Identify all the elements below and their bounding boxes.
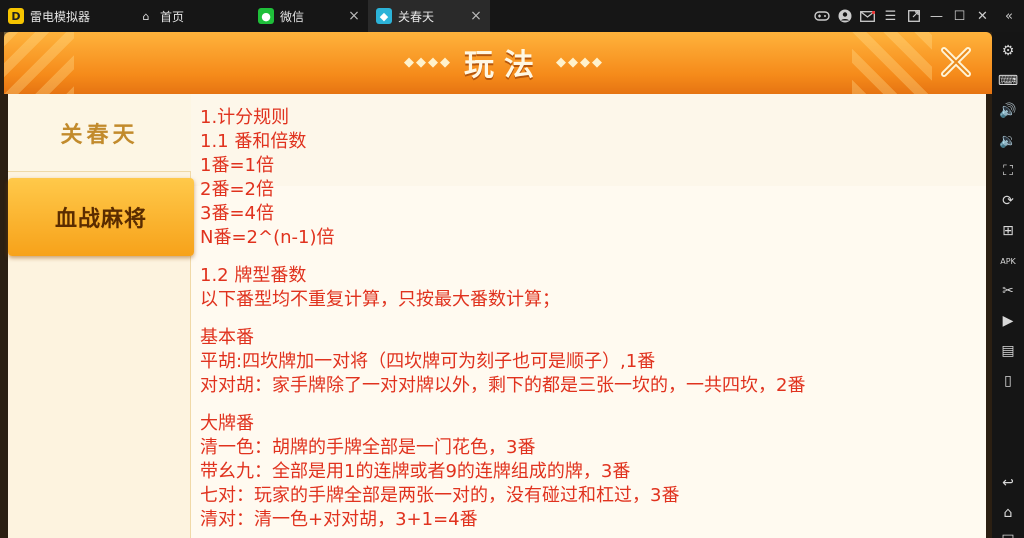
video-icon[interactable]: ▶ — [992, 306, 1024, 336]
rule-line — [200, 398, 980, 412]
apk-icon[interactable]: APK — [992, 246, 1024, 276]
wechat-icon: ● — [258, 8, 274, 24]
tab-label: 首页 — [160, 9, 185, 24]
tab-label: 关春天 — [398, 9, 435, 24]
account-icon[interactable] — [833, 0, 856, 32]
tab-home[interactable]: ⌂ 首页 — [130, 0, 250, 32]
back-icon[interactable]: ↩ — [992, 468, 1024, 498]
gamepad-icon[interactable] — [810, 0, 833, 32]
tab-game[interactable]: ◆ 关春天 × — [368, 0, 490, 32]
keyboard-icon[interactable]: ⌨ — [992, 66, 1024, 96]
rule-line: 七对：玩家的手牌全部是两张一对的，没有碰过和杠过，3番 — [200, 485, 680, 506]
ornament-left: ◆◆◆◆ — [404, 54, 452, 70]
rules-panel: 关春天 血战麻将 1.计分规则 1.1 番和倍数 1番=1倍 2番=2倍 3番=4倍 N番… — [8, 94, 986, 538]
close-tab-button[interactable]: × — [346, 8, 362, 24]
rule-line: 2番=2倍 — [200, 179, 274, 200]
game-view: ◆◆◆◆ 玩法 ◆◆◆◆ 关春天 血战麻将 1.计分规则 1.1 番和倍数 1番=1… — [0, 32, 992, 538]
recent-apps-icon[interactable]: ▭ — [992, 522, 1024, 538]
rotate-icon[interactable]: ⟳ — [992, 186, 1024, 216]
rule-line: 1.计分规则 — [200, 107, 290, 128]
tab-guan-chun-tian[interactable]: 关春天 — [8, 94, 191, 172]
rule-line: N番=2^(n-1)倍 — [200, 227, 335, 248]
rule-line: 大牌番 — [200, 413, 254, 434]
shake-icon[interactable]: ▯ — [992, 366, 1024, 396]
rule-line: 1.2 牌型番数 — [200, 265, 307, 286]
minimize-icon[interactable]: — — [925, 0, 948, 32]
maximize-icon[interactable]: ☐ — [948, 0, 971, 32]
tab-wechat[interactable]: ● 微信 × — [250, 0, 368, 32]
game-icon: ◆ — [376, 8, 392, 24]
ornament-right: ◆◆◆◆ — [556, 54, 604, 70]
title-group: ◆◆◆◆ 玩法 ◆◆◆◆ — [364, 42, 644, 83]
emulator-titlebar: D 雷电模拟器 ⌂ 首页 ● 微信 × ◆ 关春天 × ☰ — ☐ ✕ « — [0, 0, 1024, 32]
multi-instance-icon[interactable]: ▤ — [992, 336, 1024, 366]
rule-line: 以下番型均不重复计算，只按最大番数计算； — [200, 289, 560, 310]
rule-line — [200, 250, 980, 264]
rule-line — [200, 312, 980, 326]
fullscreen-icon[interactable]: ⛶ — [992, 156, 1024, 186]
dialog-header: ◆◆◆◆ 玩法 ◆◆◆◆ — [4, 32, 992, 94]
close-button[interactable] — [936, 42, 976, 82]
volume-down-icon[interactable]: 🔉 — [992, 126, 1024, 156]
home-icon: ⌂ — [142, 9, 150, 23]
add-window-icon[interactable]: ⊞ — [992, 216, 1024, 246]
tab-label: 雷电模拟器 — [30, 9, 91, 24]
rule-line: 对对胡：家手牌除了一对对牌以外，剩下的都是三张一坎的，一共四坎，2番 — [200, 375, 806, 396]
tab-label: 微信 — [280, 9, 305, 24]
game-type-list: 关春天 血战麻将 — [8, 94, 194, 538]
window-controls: ☰ — ☐ ✕ « — [810, 0, 1024, 32]
close-icon — [941, 47, 971, 77]
app-logo-icon: D — [8, 8, 24, 24]
rule-line: 基本番 — [200, 327, 254, 348]
rule-line: 带幺九：全部是用1的连牌或者9的连牌组成的牌，3番 — [200, 461, 631, 482]
tab-emulator-home[interactable]: D 雷电模拟器 — [0, 0, 130, 32]
page-title: 玩法 — [464, 48, 544, 83]
rule-line: 1.1 番和倍数 — [200, 131, 307, 152]
settings-icon[interactable]: ⚙ — [992, 36, 1024, 66]
close-tab-button[interactable]: × — [468, 8, 484, 24]
rule-line: 清对：清一色+对对胡，3+1=4番 — [200, 509, 478, 530]
collapse-icon[interactable]: « — [994, 0, 1024, 32]
close-icon[interactable]: ✕ — [971, 0, 994, 32]
emulator-sidebar: ⚙ ⌨ 🔊 🔉 ⛶ ⟳ ⊞ APK ✂ ▶ ▤ ▯ ↩ ⌂ ▭ — [992, 32, 1024, 538]
volume-up-icon[interactable]: 🔊 — [992, 96, 1024, 126]
rules-text[interactable]: 1.计分规则 1.1 番和倍数 1番=1倍 2番=2倍 3番=4倍 N番=2^(n-1)倍… — [200, 106, 980, 538]
cut-icon[interactable]: ✂ — [992, 276, 1024, 306]
rule-line: 3番=4倍 — [200, 203, 274, 224]
menu-icon[interactable]: ☰ — [879, 0, 902, 32]
mail-icon[interactable] — [856, 0, 879, 32]
tab-xue-zhan-ma-jiang[interactable]: 血战麻将 — [8, 178, 194, 256]
popout-icon[interactable] — [902, 0, 925, 32]
rule-line: 1番=1倍 — [200, 155, 274, 176]
rule-line: 平胡:四坎牌加一对将（四坎牌可为刻子也可是顺子）,1番 — [200, 351, 656, 372]
rule-line: 清一色：胡牌的手牌全部是一门花色，3番 — [200, 437, 536, 458]
